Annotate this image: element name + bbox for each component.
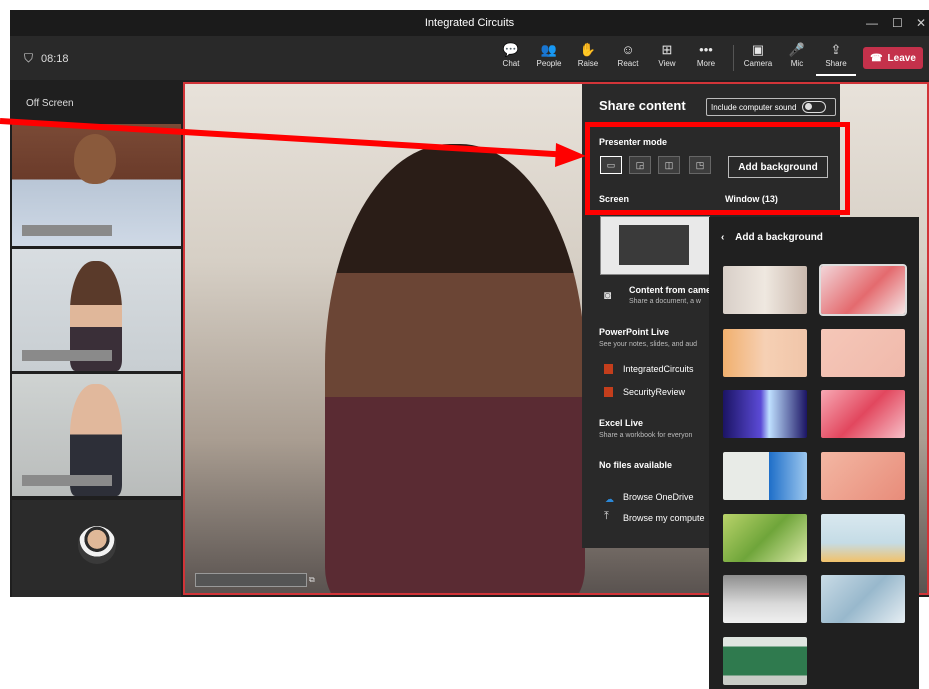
upload-icon: ⤒ [604,510,609,522]
excel-live-label: Excel Live [599,418,644,428]
chevron-left-icon[interactable]: ‹ [721,232,724,243]
leave-button[interactable]: ☎ Leave [863,47,923,69]
share-icon: ⇪ [830,42,842,57]
annotation-arrow [0,118,586,167]
toggle-switch[interactable] [802,101,827,113]
participant-avatar-tile[interactable] [12,500,181,597]
camera-content-icon: ◙ [604,288,612,302]
mic-button[interactable]: 🎤 Mic [777,41,817,68]
shield-icon: ⛉ [24,51,34,65]
background-option[interactable] [723,390,807,438]
add-background-flyout: ‹ Add a background [709,217,919,689]
powerpoint-icon [604,364,613,374]
camera-off-icon: ▣ [751,42,765,57]
presenter-name-bar [195,573,307,587]
participant-name-bar [22,225,112,236]
background-option[interactable] [821,452,905,500]
participant-name-bar [22,350,112,361]
onedrive-icon: ☁ [605,494,614,504]
content-from-camera-sub: Share a document, a w [629,298,701,305]
background-option[interactable] [821,575,905,623]
people-icon: 👥 [540,42,558,57]
background-option[interactable] [723,637,807,685]
share-button[interactable]: ⇪ Share [816,41,856,76]
raise-button[interactable]: ✋ Raise [568,41,608,68]
screen-preview [619,225,689,265]
screen-thumbnail[interactable] [600,216,710,275]
background-option[interactable] [723,452,807,500]
timer-text: 08:18 [41,52,69,65]
more-button[interactable]: ••• More [686,41,726,68]
content-from-camera[interactable]: Content from came [629,285,711,295]
presenter-figure [325,144,585,593]
no-files-text: No files available [599,460,673,470]
title-bar: Integrated Circuits — ☐ ✕ [10,10,929,36]
meeting-toolbar: ⛉ 08:18 💬 Chat 👥 People ✋ Raise ☺ React ⊞ Vie… [10,36,929,80]
background-option[interactable] [821,390,905,438]
file-integratedcircuits[interactable]: IntegratedCircuits [623,364,694,374]
background-option-selected[interactable] [819,264,907,316]
highlight-box [585,122,850,215]
react-button[interactable]: ☺ React [608,41,648,68]
minimize-button[interactable]: — [866,16,878,30]
close-button[interactable]: ✕ [916,16,926,30]
pin-icon: ⧉ [309,575,315,584]
include-sound-toggle[interactable]: Include computer sound [706,98,836,116]
participant-tile-2[interactable] [12,249,181,371]
mic-off-icon: 🎤 [788,42,806,57]
chat-button[interactable]: 💬 Chat [491,41,531,68]
react-icon: ☺ [621,42,635,57]
excel-live-sub: Share a workbook for everyon [599,432,693,439]
participant-tile-3[interactable] [12,374,181,496]
background-option[interactable] [723,514,807,562]
file-securityreview[interactable]: SecurityReview [623,387,685,397]
maximize-button[interactable]: ☐ [892,16,903,30]
participant-name-bar [22,475,112,486]
background-option[interactable] [821,329,905,377]
share-content-title: Share content [599,98,686,113]
more-icon: ••• [699,42,713,57]
powerpoint-icon [604,387,613,397]
meeting-timer: ⛉ 08:18 [24,51,69,66]
toolbar-divider [733,45,734,71]
people-button[interactable]: 👥 People [529,41,569,68]
background-option[interactable] [821,514,905,562]
add-background-header: ‹ Add a background [721,232,823,243]
powerpoint-live-sub: See your notes, slides, and aud [599,341,698,348]
background-option[interactable] [723,266,807,314]
view-button[interactable]: ⊞ View [647,41,687,68]
camera-button[interactable]: ▣ Camera [738,41,778,68]
window-title: Integrated Circuits [424,17,515,29]
raise-hand-icon: ✋ [579,42,597,57]
phone-hangup-icon: ☎ [870,52,883,64]
browse-onedrive-link[interactable]: Browse OneDrive [623,492,694,502]
view-grid-icon: ⊞ [661,42,673,57]
background-option[interactable] [723,329,807,377]
browse-computer-link[interactable]: Browse my compute [623,513,705,523]
powerpoint-live-label: PowerPoint Live [599,327,670,337]
chat-icon: 💬 [502,42,520,57]
background-option[interactable] [723,575,807,623]
avatar [78,526,116,564]
